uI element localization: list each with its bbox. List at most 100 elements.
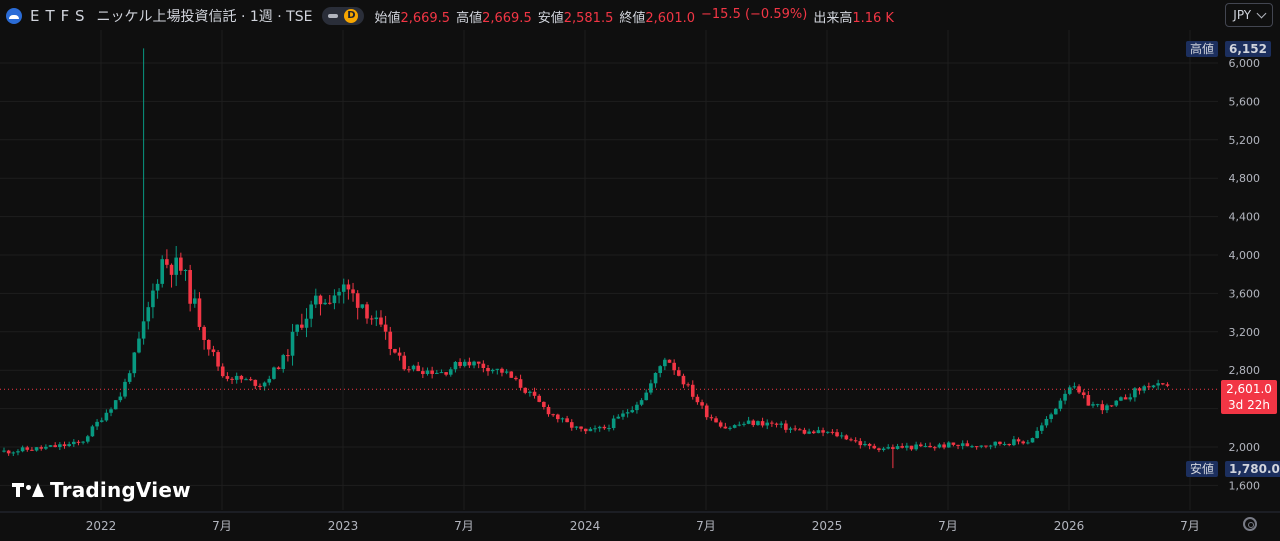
candle-body[interactable]	[1007, 443, 1012, 446]
candle-body[interactable]	[621, 413, 625, 417]
candle-body[interactable]	[760, 421, 765, 426]
candle-body[interactable]	[448, 369, 453, 375]
candle-body[interactable]	[44, 446, 48, 449]
candle-body[interactable]	[276, 367, 281, 370]
candle-body[interactable]	[844, 435, 849, 440]
candle-body[interactable]	[197, 298, 202, 327]
candle-body[interactable]	[267, 378, 272, 383]
candle-body[interactable]	[895, 446, 900, 449]
symbol-name[interactable]: ETFS	[30, 7, 91, 25]
candle-body[interactable]	[127, 373, 132, 382]
candle-body[interactable]	[560, 418, 565, 420]
candle-body[interactable]	[151, 290, 155, 308]
candle-body[interactable]	[244, 379, 248, 381]
candle-body[interactable]	[667, 359, 672, 363]
candle-body[interactable]	[20, 447, 25, 452]
candle-body[interactable]	[300, 324, 304, 328]
candle-body[interactable]	[141, 321, 146, 339]
candle-body[interactable]	[374, 317, 379, 320]
candle-body[interactable]	[193, 298, 197, 304]
candle-body[interactable]	[453, 361, 458, 370]
candle-body[interactable]	[388, 331, 393, 349]
candle-body[interactable]	[146, 307, 151, 322]
candle-body[interactable]	[509, 371, 514, 378]
candle-body[interactable]	[30, 449, 34, 451]
candle-body[interactable]	[132, 352, 137, 374]
candle-body[interactable]	[863, 443, 867, 446]
candle-body[interactable]	[686, 384, 690, 386]
candle-body[interactable]	[411, 365, 416, 370]
candle-body[interactable]	[309, 304, 313, 319]
candle-body[interactable]	[365, 304, 369, 319]
candle-body[interactable]	[602, 426, 607, 429]
gear-icon[interactable]	[1243, 517, 1257, 531]
candle-body[interactable]	[663, 359, 667, 367]
candle-body[interactable]	[253, 379, 258, 386]
candle-body[interactable]	[76, 441, 81, 443]
candle-body[interactable]	[1151, 385, 1156, 388]
candle-body[interactable]	[286, 355, 290, 357]
candle-body[interactable]	[751, 420, 756, 426]
candle-body[interactable]	[379, 317, 383, 325]
candle-body[interactable]	[1002, 443, 1007, 445]
candle-body[interactable]	[39, 447, 44, 449]
candle-body[interactable]	[779, 423, 783, 425]
candle-body[interactable]	[369, 318, 374, 320]
candle-body[interactable]	[67, 444, 71, 447]
candle-body[interactable]	[788, 428, 793, 430]
candle-body[interactable]	[532, 391, 537, 396]
candle-body[interactable]	[1086, 395, 1091, 406]
candle-body[interactable]	[1147, 386, 1151, 388]
candle-body[interactable]	[248, 379, 253, 381]
candle-body[interactable]	[467, 361, 472, 366]
candle-body[interactable]	[695, 396, 700, 403]
candle-body[interactable]	[1091, 404, 1095, 406]
candle-body[interactable]	[835, 432, 839, 437]
candle-body[interactable]	[798, 429, 802, 431]
candle-body[interactable]	[681, 375, 686, 385]
candle-body[interactable]	[616, 416, 621, 419]
candle-body[interactable]	[407, 369, 411, 371]
candle-body[interactable]	[314, 295, 318, 305]
candle-body[interactable]	[216, 352, 220, 367]
candle-body[interactable]	[174, 257, 178, 275]
candle-body[interactable]	[425, 370, 430, 374]
candle-body[interactable]	[537, 395, 541, 402]
candle-body[interactable]	[230, 378, 234, 380]
candle-body[interactable]	[1058, 400, 1063, 409]
candle-body[interactable]	[211, 349, 216, 353]
candle-body[interactable]	[202, 326, 206, 340]
candle-body[interactable]	[946, 442, 951, 448]
candle-body[interactable]	[220, 366, 225, 377]
candle-body[interactable]	[11, 452, 16, 454]
candle-body[interactable]	[490, 369, 495, 372]
candle-body[interactable]	[72, 441, 76, 445]
candle-body[interactable]	[1105, 405, 1109, 411]
candle-body[interactable]	[974, 446, 979, 448]
candle-body[interactable]	[272, 367, 276, 379]
candle-body[interactable]	[677, 370, 681, 376]
instrument-title[interactable]: ニッケル上場投資信託 · 1週 · TSE	[97, 6, 313, 26]
candle-body[interactable]	[579, 426, 583, 429]
candle-body[interactable]	[690, 384, 695, 397]
candle-body[interactable]	[574, 426, 579, 428]
candle-body[interactable]	[104, 412, 109, 421]
candle-body[interactable]	[95, 421, 99, 427]
candle-body[interactable]	[821, 430, 825, 433]
candle-body[interactable]	[225, 376, 230, 379]
candle-body[interactable]	[742, 423, 746, 425]
candle-body[interactable]	[2, 450, 6, 452]
candle-body[interactable]	[514, 377, 518, 380]
candle-body[interactable]	[137, 338, 141, 353]
candle-body[interactable]	[1049, 414, 1053, 419]
candle-body[interactable]	[639, 400, 644, 405]
candle-body[interactable]	[914, 444, 918, 450]
candle-body[interactable]	[472, 361, 476, 366]
candle-body[interactable]	[495, 368, 500, 370]
candle-body[interactable]	[737, 424, 742, 426]
candle-body[interactable]	[765, 422, 770, 426]
price-chart[interactable]: 1,600 2,000 2,800 3,200 3,600 4,000 4,400 4,800…	[0, 0, 1280, 541]
candle-body[interactable]	[923, 445, 928, 447]
candle-body[interactable]	[770, 422, 774, 424]
candle-body[interactable]	[714, 418, 718, 423]
